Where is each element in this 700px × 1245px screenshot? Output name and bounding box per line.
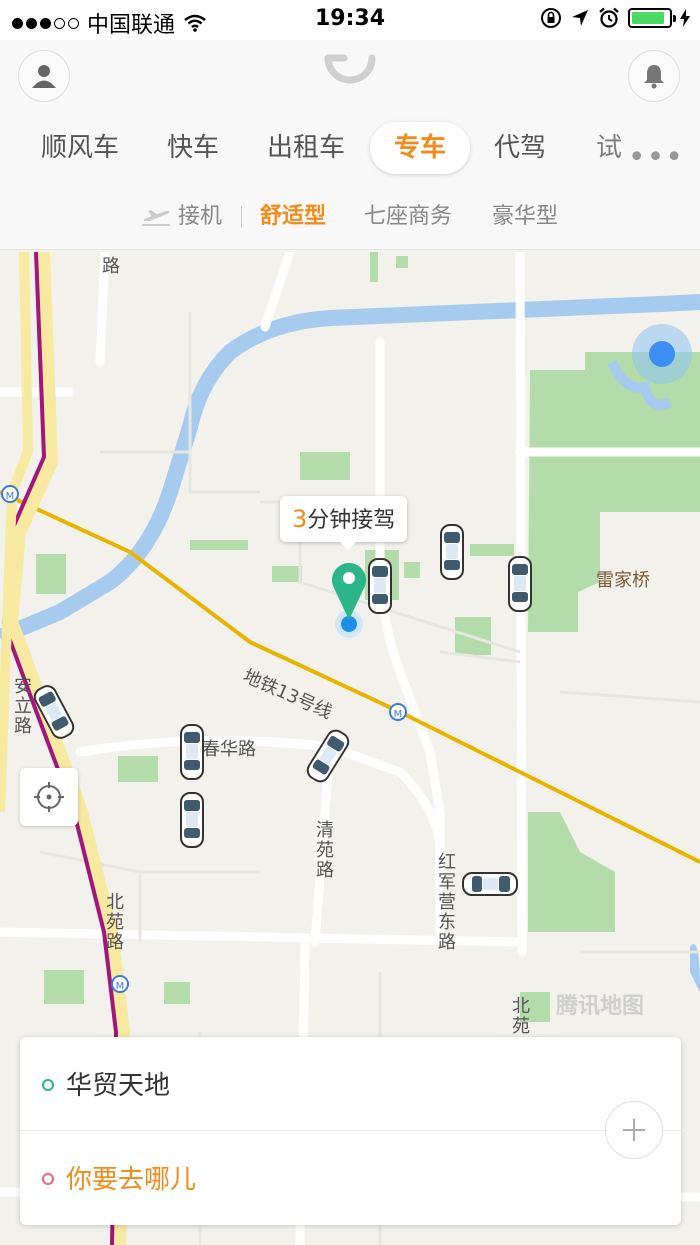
map-label-beiyuan: 北苑: [509, 996, 530, 1036]
car-class-tabs: 接机 舒适型 七座商务 豪华型: [0, 198, 700, 238]
sub-tab-divider: [241, 206, 242, 228]
car-icon: [462, 872, 518, 896]
pickup-dot-icon: [42, 1079, 54, 1091]
tab-airport-pickup[interactable]: 接机: [140, 198, 222, 236]
car-icon: [508, 556, 532, 612]
tab-daijia[interactable]: 代驾: [480, 122, 560, 174]
crosshair-icon: [34, 782, 64, 812]
tab-airport-pickup-label: 接机: [178, 204, 223, 229]
map-label-top-road: 路: [99, 256, 120, 276]
route-panel: 华贸天地 你要去哪儿: [20, 1037, 681, 1225]
bell-icon: [644, 65, 664, 89]
ride-type-tabs: 顺风车 快车 出租车 专车 代驾 试驾: [0, 116, 700, 176]
map-label-qingyuan-road: 清苑路: [313, 820, 334, 880]
profile-button[interactable]: [18, 50, 70, 102]
car-icon: [180, 724, 204, 780]
map-label-beiyuan-road: 北苑路: [103, 892, 124, 952]
map-label-hongjun-road: 红军营东路: [435, 852, 456, 952]
status-bar: 中国联通 19:34: [0, 0, 700, 40]
svg-text:M: M: [6, 491, 15, 502]
destination-field[interactable]: 你要去哪儿: [20, 1131, 681, 1225]
user-icon: [32, 65, 56, 88]
destination-dot-icon: [42, 1173, 54, 1185]
eta-minutes: 3: [292, 505, 308, 533]
didi-logo-icon: [324, 54, 376, 84]
location-arrow-icon: [572, 10, 588, 26]
alarm-icon: [599, 7, 619, 28]
notifications-button[interactable]: [628, 50, 680, 102]
car-icon: [440, 524, 464, 580]
map-label-anli-road: 安立路: [11, 676, 32, 736]
pickup-location-field[interactable]: 华贸天地: [20, 1037, 681, 1131]
locate-me-button[interactable]: [20, 768, 78, 826]
destination-placeholder: 你要去哪儿: [66, 1165, 197, 1195]
svg-text:M: M: [116, 981, 125, 992]
tab-shunfengche[interactable]: 顺风车: [30, 122, 130, 174]
plus-icon: [623, 1119, 645, 1141]
eta-text: 分钟接驾: [307, 508, 396, 533]
tab-zhuanche[interactable]: 专车: [370, 122, 470, 174]
tab-comfort[interactable]: 舒适型: [260, 198, 326, 236]
rotation-lock-icon: [541, 8, 561, 28]
airplane-icon: [142, 210, 170, 226]
tencent-map-watermark: 腾讯地图: [556, 994, 645, 1019]
tab-seven-seat[interactable]: 七座商务: [364, 198, 452, 236]
add-stop-button[interactable]: [605, 1101, 663, 1159]
svg-text:M: M: [394, 709, 403, 720]
map-label-leijia-bridge: 雷家桥: [596, 570, 650, 591]
user-location-dot: [649, 341, 675, 367]
eta-bubble: 3分钟接驾: [280, 496, 408, 550]
tab-luxury[interactable]: 豪华型: [492, 198, 558, 236]
status-right: [540, 7, 690, 29]
car-icon: [180, 792, 204, 848]
battery-icon: [628, 8, 676, 28]
car-icon: [368, 558, 392, 614]
pickup-location-text: 华贸天地: [66, 1071, 171, 1101]
park-areas: [36, 252, 700, 1022]
more-dots-icon[interactable]: •••: [628, 140, 684, 175]
map-label-chunhua-road: 春华路: [202, 739, 256, 760]
tab-kuaiche[interactable]: 快车: [148, 122, 238, 174]
charging-icon: [680, 9, 690, 27]
header: 顺风车 快车 出租车 专车 代驾 试驾 ••• 接机 舒适型 七座商务 豪华型: [0, 40, 700, 250]
tab-chuzuche[interactable]: 出租车: [256, 122, 356, 174]
